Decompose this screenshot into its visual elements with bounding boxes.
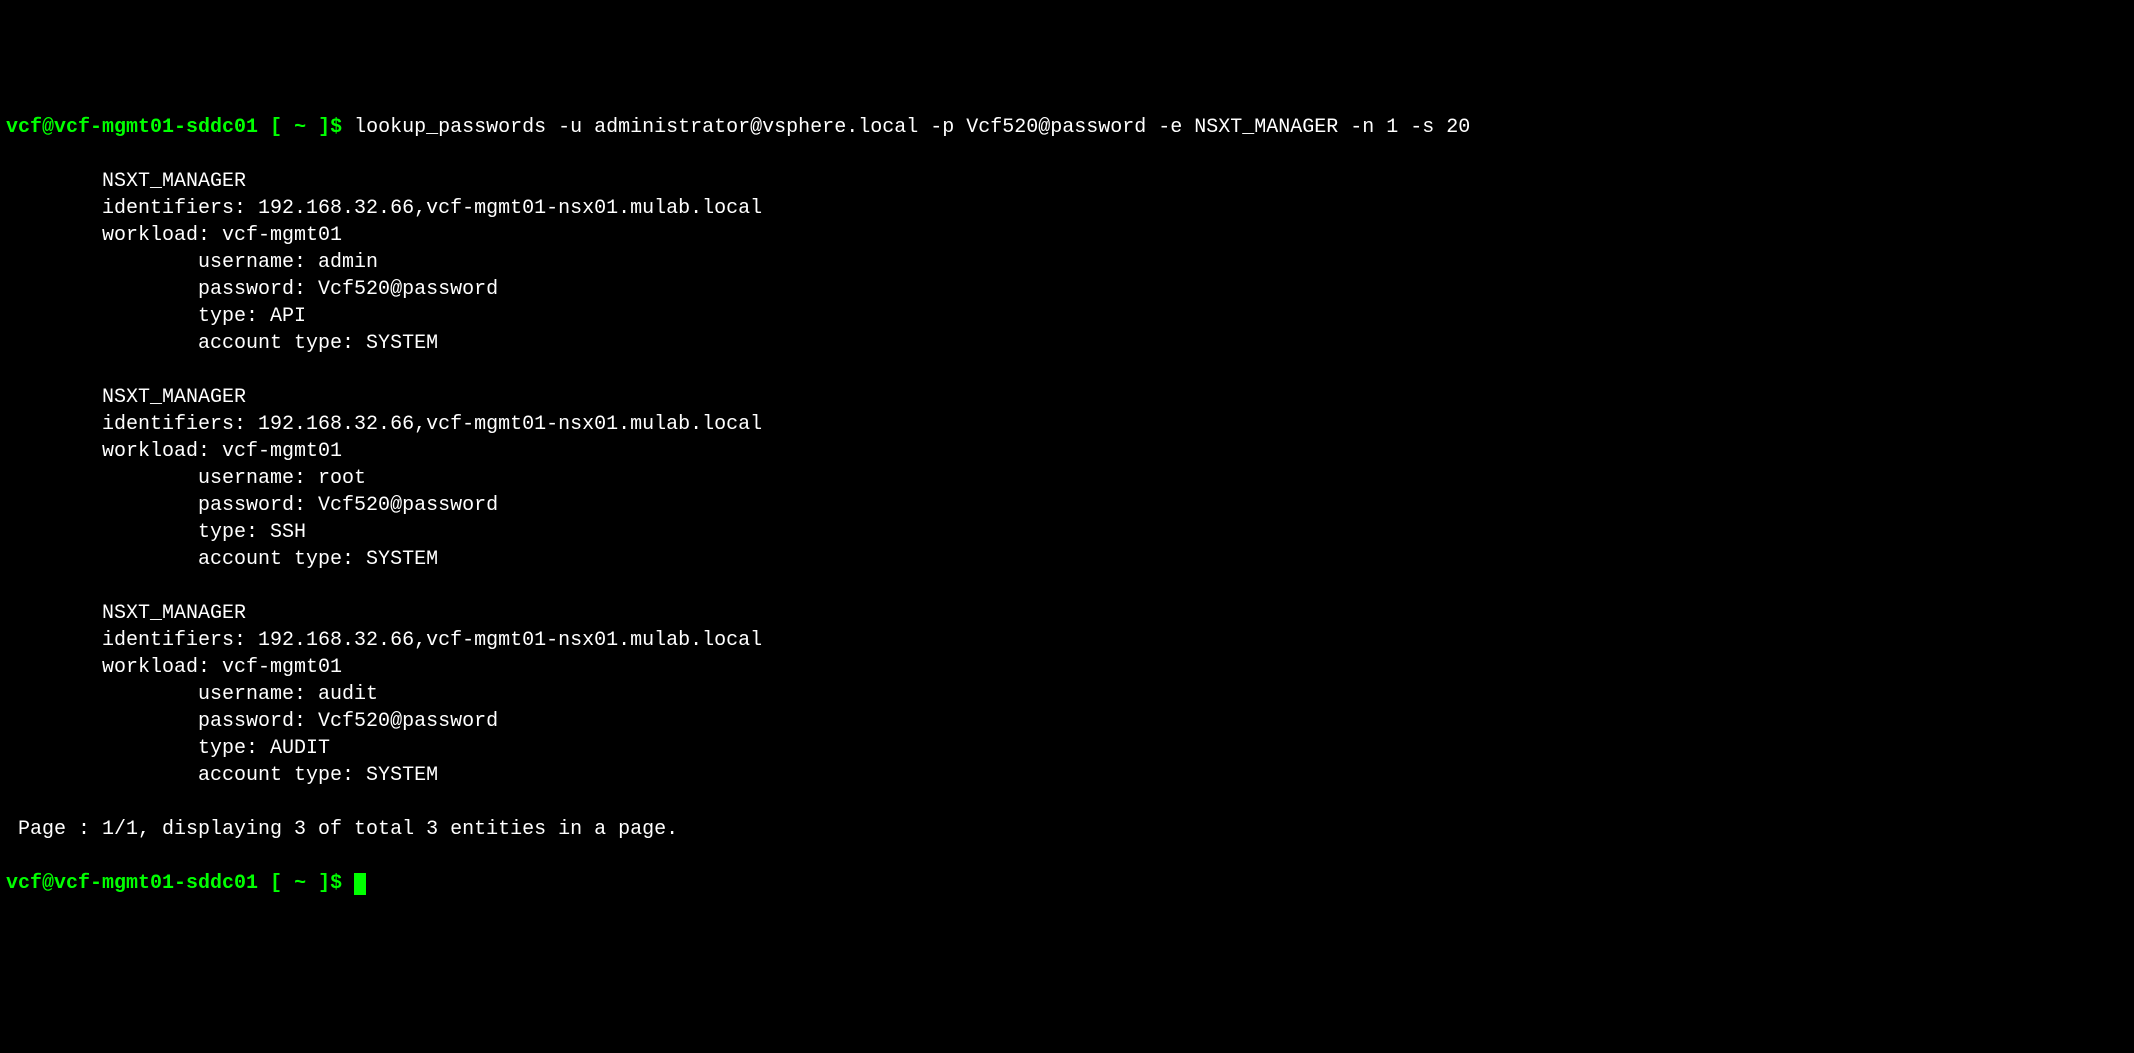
block-username: username: admin (198, 251, 378, 274)
block-workload: workload: vcf-mgmt01 (102, 440, 342, 463)
prompt-open: [ (258, 116, 294, 139)
prompt-dollar: $ (330, 872, 354, 895)
prompt-path: ~ (294, 872, 306, 895)
terminal-output[interactable]: vcf@vcf-mgmt01-sddc01 [ ~ ]$ lookup_pass… (6, 114, 2128, 897)
block-type: type: AUDIT (198, 737, 330, 760)
block-password: password: Vcf520@password (198, 494, 498, 517)
page-summary: Page : 1/1, displaying 3 of total 3 enti… (6, 818, 678, 841)
prompt-open: [ (258, 872, 294, 895)
block-account-type: account type: SYSTEM (198, 764, 438, 787)
block-type: type: API (198, 305, 306, 328)
block-username: username: root (198, 467, 366, 490)
block-password: password: Vcf520@password (198, 278, 498, 301)
block-workload: workload: vcf-mgmt01 (102, 656, 342, 679)
block-username: username: audit (198, 683, 378, 706)
block-password: password: Vcf520@password (198, 710, 498, 733)
block-type: type: SSH (198, 521, 306, 544)
block-title: NSXT_MANAGER (102, 170, 246, 193)
prompt-user: vcf@vcf-mgmt01-sddc01 (6, 116, 258, 139)
prompt-dollar: $ (330, 116, 354, 139)
block-title: NSXT_MANAGER (102, 602, 246, 625)
command-text: lookup_passwords -u administrator@vspher… (354, 116, 1470, 139)
prompt-close: ] (306, 872, 330, 895)
block-identifiers: identifiers: 192.168.32.66,vcf-mgmt01-ns… (102, 197, 762, 220)
block-title: NSXT_MANAGER (102, 386, 246, 409)
prompt-path: ~ (294, 116, 306, 139)
block-workload: workload: vcf-mgmt01 (102, 224, 342, 247)
prompt-close: ] (306, 116, 330, 139)
block-identifiers: identifiers: 192.168.32.66,vcf-mgmt01-ns… (102, 413, 762, 436)
block-identifiers: identifiers: 192.168.32.66,vcf-mgmt01-ns… (102, 629, 762, 652)
cursor-icon (354, 873, 366, 895)
prompt-user: vcf@vcf-mgmt01-sddc01 (6, 872, 258, 895)
block-account-type: account type: SYSTEM (198, 332, 438, 355)
block-account-type: account type: SYSTEM (198, 548, 438, 571)
